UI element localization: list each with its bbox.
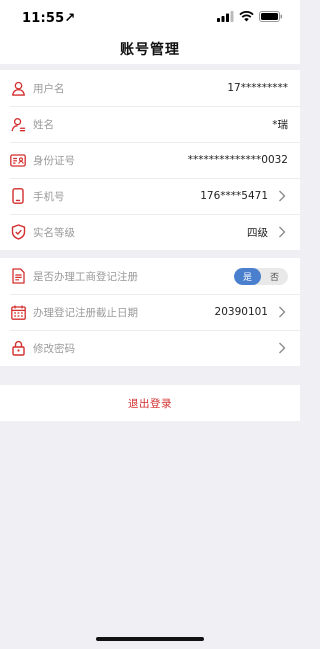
shield-check-icon: [10, 224, 26, 240]
name-value: *瑞: [272, 118, 288, 131]
toggle-no-option[interactable]: 否: [261, 268, 288, 285]
business-registration-label: 是否办理工商登记注册: [33, 270, 138, 283]
cellular-signal-icon: [217, 11, 234, 22]
change-password-row[interactable]: 修改密码: [0, 330, 300, 366]
navigation-bar: 账号管理: [0, 33, 300, 64]
id-number-label: 身份证号: [33, 154, 75, 167]
business-group: 是否办理工商登记注册 是 否 办理登记注册截止日期 20390101 修改密码: [0, 258, 300, 366]
account-info-group: 用户名 17********* 姓名 *瑞 身份证号 *************…: [0, 70, 300, 250]
chevron-right-icon: [276, 190, 288, 202]
verification-level-value: 四级: [247, 226, 268, 239]
registration-deadline-label: 办理登记注册截止日期: [33, 306, 138, 319]
status-bar: 11:55↗: [0, 0, 300, 33]
verification-level-label: 实名等级: [33, 226, 75, 239]
person-edit-icon: [10, 116, 26, 132]
status-time: 11:55↗: [22, 7, 75, 26]
phone-icon: [10, 188, 26, 204]
id-number-row: 身份证号 **************0032: [0, 142, 300, 178]
phone-value: 176****5471: [200, 190, 268, 202]
phone-label: 手机号: [33, 190, 65, 203]
registration-deadline-row[interactable]: 办理登记注册截止日期 20390101: [0, 294, 300, 330]
calendar-icon: [10, 304, 26, 320]
verification-level-row[interactable]: 实名等级 四级: [0, 214, 300, 250]
name-label: 姓名: [33, 118, 54, 131]
username-label: 用户名: [33, 82, 65, 95]
wifi-icon: [239, 11, 254, 22]
logout-label: 退出登录: [128, 397, 172, 410]
name-row: 姓名 *瑞: [0, 106, 300, 142]
chevron-right-icon: [276, 226, 288, 238]
change-password-label: 修改密码: [33, 342, 75, 355]
lock-icon: [10, 340, 26, 356]
logout-button[interactable]: 退出登录: [0, 385, 300, 421]
phone-row[interactable]: 手机号 176****5471: [0, 178, 300, 214]
registration-deadline-value: 20390101: [214, 306, 268, 318]
battery-icon: [259, 11, 283, 22]
page-title: 账号管理: [120, 41, 180, 58]
username-value: 17*********: [227, 82, 288, 94]
section-gap: [0, 250, 300, 258]
home-indicator: [96, 637, 204, 641]
id-number-value: **************0032: [187, 154, 288, 166]
toggle-yes-option[interactable]: 是: [234, 267, 261, 285]
username-row: 用户名 17*********: [0, 70, 300, 106]
document-icon: [10, 268, 26, 284]
status-icons: [217, 11, 283, 22]
id-card-icon: [10, 152, 26, 168]
registration-toggle[interactable]: 是 否: [234, 267, 288, 285]
location-arrow-icon: ↗: [64, 11, 76, 26]
clock-text: 11:55: [22, 11, 65, 26]
business-registration-row: 是否办理工商登记注册 是 否: [0, 258, 300, 294]
chevron-right-icon: [276, 306, 288, 318]
person-icon: [10, 80, 26, 96]
section-gap: [0, 366, 300, 385]
chevron-right-icon: [276, 342, 288, 354]
